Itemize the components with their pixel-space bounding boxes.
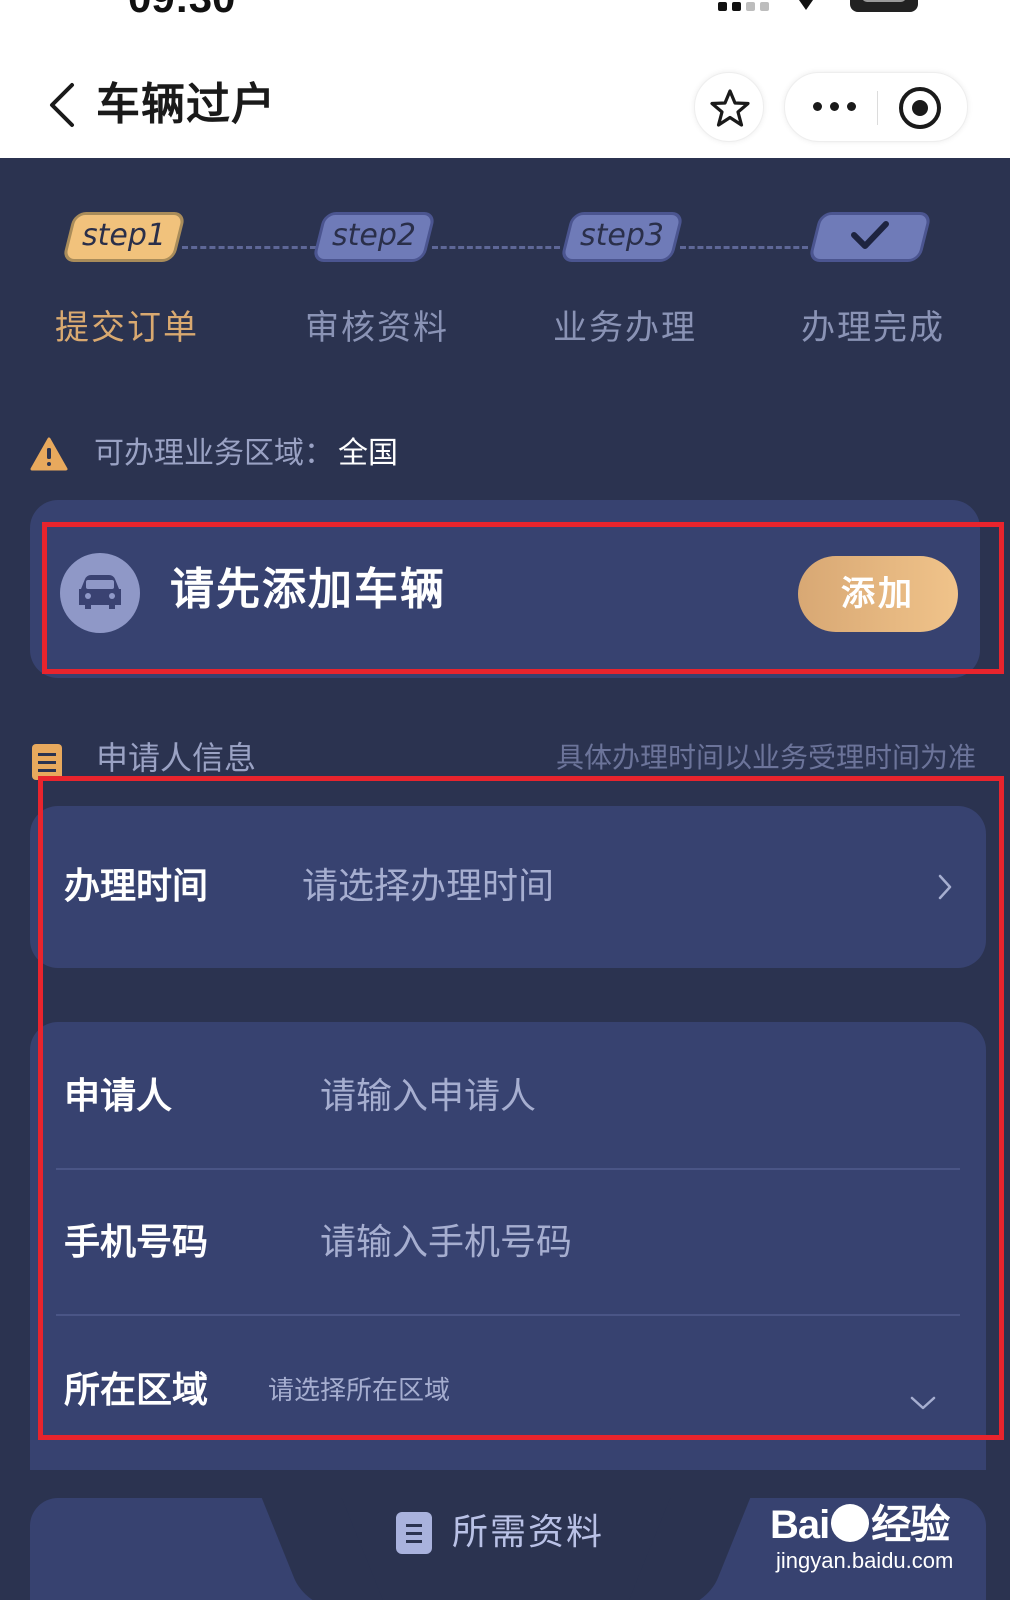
applicant-section-title: 申请人信息 [96,739,257,777]
step-1-tag: step1 [82,218,166,253]
step-3: step3 [559,208,685,266]
wifi-icon [799,0,813,10]
step-2-label: 审核资料 [305,308,449,348]
service-area-label: 可办理业务区域： [94,436,334,471]
materials-title: 所需资料 [452,1512,605,1553]
step-4 [807,208,933,266]
service-area-value: 全国 [338,436,398,471]
watermark-url: jingyan.baidu.com [776,1548,954,1573]
step-2-tag: step2 [332,218,416,253]
step-1: step1 [61,208,187,266]
highlight-frame [38,776,1004,1440]
baidu-logo: Bai 经验 [770,1503,950,1547]
warning-icon [30,437,68,471]
service-area-notice: 可办理业务区域： 全国 [30,432,398,476]
star-icon [710,89,750,127]
battery-icon [850,0,918,12]
baidu-watermark: Bai 经验 jingyan.baidu.com [770,1488,970,1578]
step-1-label: 提交订单 [55,308,199,348]
step-4-label: 办理完成 [801,308,945,348]
close-icon[interactable] [899,87,941,129]
highlight-frame [42,522,1004,674]
processing-time-note: 具体办理时间以业务受理时间为准 [555,741,976,774]
step-3-label: 业务办理 [553,308,697,348]
capsule-divider [877,91,878,125]
navigation-header: 09:30 车辆过户 [0,0,1010,158]
favorite-button[interactable] [694,72,764,142]
status-time: 09:30 [128,0,235,22]
check-icon [851,221,889,249]
signal-icon [718,2,769,11]
applicant-section-header: 申请人信息 具体办理时间以业务受理时间为准 [30,736,980,780]
mini-program-capsule [784,72,968,142]
step-2: step2 [311,208,437,266]
page-title: 车辆过户 [96,79,276,130]
more-icon[interactable] [813,102,856,111]
materials-icon [396,1512,432,1554]
step-3-tag: step3 [580,218,664,253]
document-icon [32,744,62,780]
back-icon[interactable] [46,82,78,128]
progress-steps: step1 提交订单 step2 审核资料 step3 业务办理 办理完成 [0,208,1010,358]
